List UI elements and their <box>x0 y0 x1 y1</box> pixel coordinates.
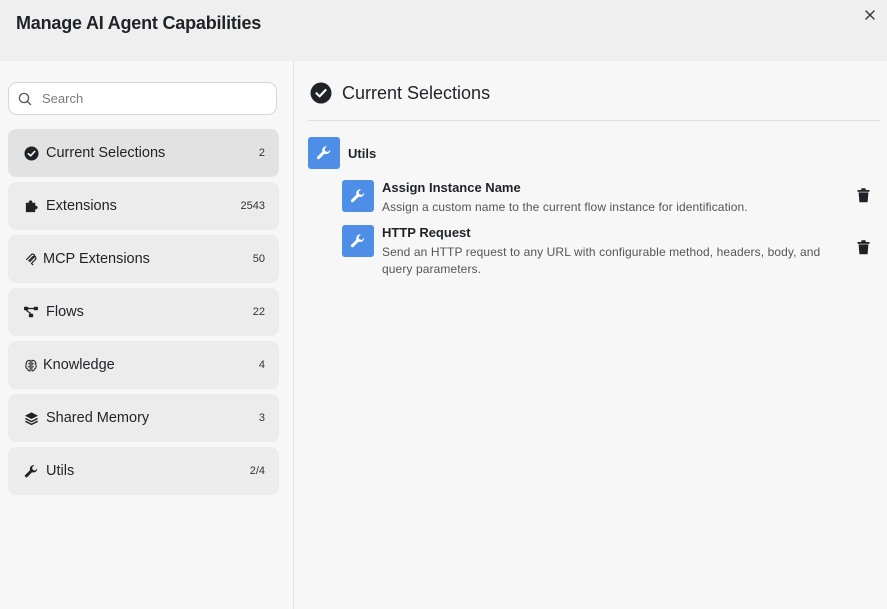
sidebar-item-count: 50 <box>252 253 265 265</box>
trash-icon <box>857 239 869 254</box>
tool-text: HTTP Request Send an HTTP request to any… <box>382 225 848 278</box>
sidebar-item-count: 3 <box>258 412 265 424</box>
group-label: Utils <box>348 145 377 161</box>
check-circle-icon <box>22 144 40 162</box>
tool-text: Assign Instance Name Assign a custom nam… <box>382 180 848 216</box>
sidebar-item-label: MCP Extensions <box>43 251 150 267</box>
sidebar-item-label: Shared Memory <box>46 410 150 426</box>
mcp-icon <box>22 250 40 268</box>
puzzle-icon <box>22 197 40 215</box>
sidebar-item-label: Flows <box>46 304 84 320</box>
wrench-icon <box>316 146 331 160</box>
close-button[interactable] <box>861 6 879 24</box>
wrench-icon <box>350 189 365 203</box>
dialog-header: Manage AI Agent Capabilities <box>0 0 887 61</box>
close-icon <box>865 10 875 20</box>
tool-item: Assign Instance Name Assign a custom nam… <box>342 180 872 216</box>
sidebar-item-count: 2 <box>258 147 265 159</box>
tool-description: Send an HTTP request to any URL with con… <box>382 245 821 276</box>
group-tile <box>308 137 340 169</box>
sidebar-item-count: 2/4 <box>249 465 265 477</box>
sidebar-item-count: 4 <box>258 359 265 371</box>
brain-icon <box>22 356 40 374</box>
group-header-utils: Utils <box>308 137 376 169</box>
sidebar-item-current-selections[interactable]: Current Selections 2 <box>8 129 279 177</box>
sidebar-item-count: 2543 <box>240 200 265 212</box>
section-header: Current Selections <box>310 82 490 104</box>
sidebar-item-knowledge[interactable]: Knowledge 4 <box>8 341 279 389</box>
sidebar-item-shared-memory[interactable]: Shared Memory 3 <box>8 394 279 442</box>
wrench-icon <box>22 462 40 480</box>
trash-icon <box>857 187 869 202</box>
sidebar-item-count: 22 <box>252 306 265 318</box>
sidebar-item-utils[interactable]: Utils 2/4 <box>8 447 279 495</box>
sidebar-item-extensions[interactable]: Extensions 2543 <box>8 182 279 230</box>
sidebar-item-mcp-extensions[interactable]: MCP Extensions 50 <box>8 235 279 283</box>
section-title: Current Selections <box>342 82 491 103</box>
tool-description: Assign a custom name to the current flow… <box>382 200 748 214</box>
search-box[interactable] <box>8 82 277 115</box>
sidebar-item-label: Utils <box>46 463 75 479</box>
search-input[interactable] <box>40 90 264 107</box>
sidebar-item-flows[interactable]: Flows 22 <box>8 288 279 336</box>
sidebar-item-label: Knowledge <box>43 357 115 373</box>
remove-tool-button[interactable] <box>854 186 872 204</box>
sidebar-item-label: Current Selections <box>46 145 166 161</box>
divider <box>308 120 880 121</box>
check-circle-icon <box>310 82 332 104</box>
dialog-title: Manage AI Agent Capabilities <box>16 13 262 33</box>
tool-name: Assign Instance Name <box>382 180 521 195</box>
wrench-icon <box>350 234 365 248</box>
tool-tile <box>342 180 374 212</box>
sidebar: Current Selections 2 Extensions 2543 MCP… <box>0 61 294 609</box>
sidebar-nav: Current Selections 2 Extensions 2543 MCP… <box>8 129 279 500</box>
main-panel: Current Selections Utils Assign Instance… <box>294 61 887 609</box>
tool-name: HTTP Request <box>382 225 471 240</box>
search-icon <box>18 92 32 105</box>
layers-icon <box>22 409 40 427</box>
flow-icon <box>22 303 40 321</box>
remove-tool-button[interactable] <box>854 238 872 256</box>
tool-tile <box>342 225 374 257</box>
sidebar-item-label: Extensions <box>46 198 117 214</box>
tool-item: HTTP Request Send an HTTP request to any… <box>342 225 872 278</box>
